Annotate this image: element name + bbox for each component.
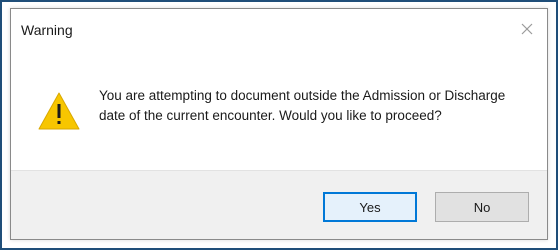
warning-triangle-icon (38, 92, 80, 130)
dialog-titlebar: Warning (11, 9, 547, 49)
dialog-title: Warning (21, 22, 73, 38)
screenshot-frame: Warning You are attempting to document o… (0, 0, 558, 250)
warning-dialog: Warning You are attempting to document o… (10, 8, 548, 240)
yes-button[interactable]: Yes (323, 192, 417, 222)
dialog-content: You are attempting to document outside t… (11, 49, 547, 171)
dialog-button-bar: Yes No (11, 170, 547, 239)
close-button[interactable] (513, 15, 541, 43)
close-icon (521, 23, 533, 35)
no-button[interactable]: No (435, 192, 529, 222)
warning-message: You are attempting to document outside t… (99, 88, 506, 123)
